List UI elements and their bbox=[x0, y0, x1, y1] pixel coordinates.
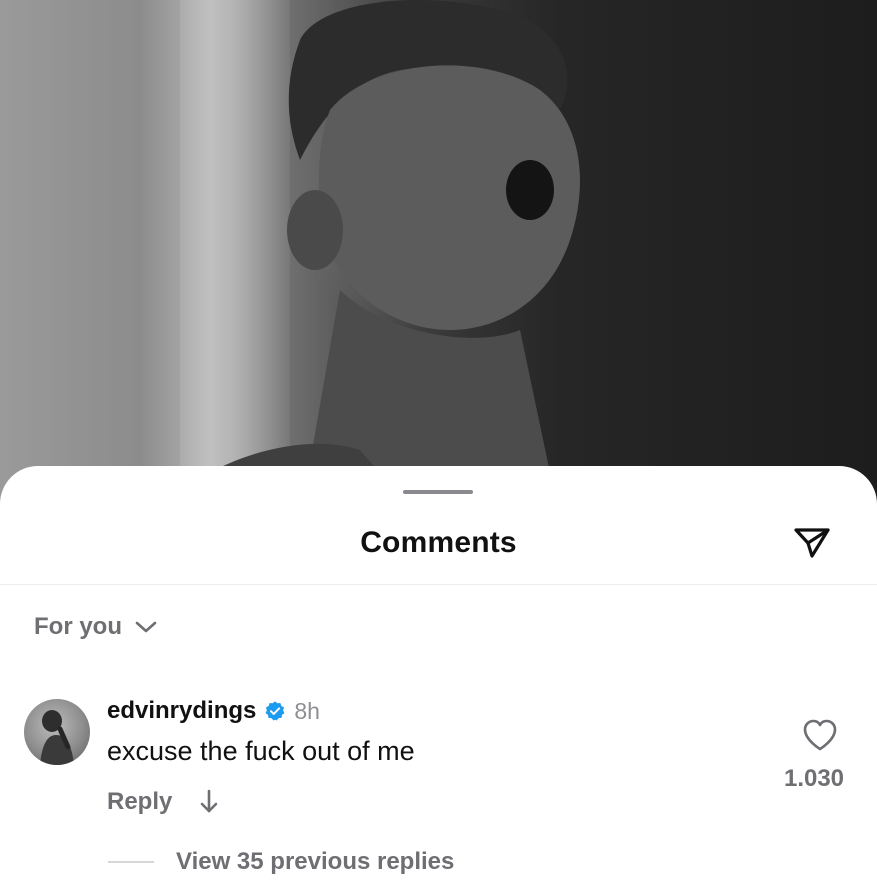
comment-time: 8h bbox=[294, 697, 320, 724]
chevron-down-icon bbox=[135, 621, 157, 633]
like-column: 1.030 bbox=[770, 715, 870, 793]
comment-text: excuse the fuck out of me bbox=[107, 736, 415, 766]
arrow-down-icon[interactable] bbox=[194, 787, 224, 817]
post-image bbox=[0, 0, 877, 520]
sort-filter-dropdown[interactable]: For you bbox=[34, 612, 158, 642]
heart-icon[interactable] bbox=[800, 715, 840, 755]
like-count: 1.030 bbox=[783, 765, 845, 792]
header-divider bbox=[0, 584, 877, 585]
comments-sheet: Comments For you edvinrydings 8h excuse … bbox=[0, 466, 877, 885]
send-icon[interactable] bbox=[792, 522, 832, 562]
comment-username[interactable]: edvinrydings bbox=[107, 697, 256, 725]
sort-filter-label: For you bbox=[34, 613, 122, 640]
comment-actions: Reply bbox=[107, 787, 224, 817]
replies-divider-line bbox=[108, 861, 154, 863]
reply-button[interactable]: Reply bbox=[107, 788, 172, 816]
view-replies-link[interactable]: View 35 previous replies bbox=[108, 848, 454, 876]
verified-badge-icon bbox=[265, 701, 285, 721]
sheet-drag-handle[interactable] bbox=[403, 490, 473, 494]
sheet-title: Comments bbox=[360, 526, 517, 559]
view-replies-label: View 35 previous replies bbox=[176, 848, 455, 875]
comment-header: edvinrydings 8h bbox=[107, 697, 320, 725]
avatar[interactable] bbox=[24, 699, 90, 765]
portrait-silhouette bbox=[150, 0, 580, 520]
